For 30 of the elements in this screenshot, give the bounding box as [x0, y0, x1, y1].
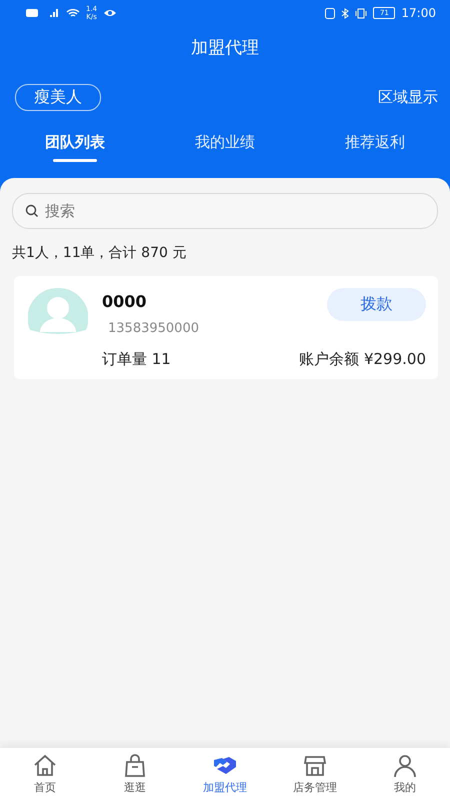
clock: 17:00 — [401, 6, 436, 20]
person-icon — [392, 753, 418, 779]
bluetooth-icon — [341, 8, 350, 18]
wifi-icon — [66, 8, 80, 18]
tab-indicator — [53, 159, 97, 162]
vibrate-icon — [355, 8, 368, 18]
account-balance: 账户余额 ¥299.00 — [299, 350, 426, 369]
eye-icon — [103, 8, 118, 18]
team-summary: 共1人，11单，合计 870 元 — [11, 244, 188, 263]
store-icon — [302, 753, 328, 779]
avatar-icon — [28, 288, 88, 336]
region-display-link[interactable]: 区域显示 — [378, 88, 438, 107]
tab[interactable]: 我的业绩 — [150, 125, 300, 162]
order-count: 订单量 11 — [102, 350, 171, 369]
search-icon — [25, 204, 39, 218]
member-phone: 13583950000 — [107, 321, 200, 336]
nav-item[interactable]: 我的 — [360, 748, 450, 800]
tab[interactable]: 推荐返利 — [300, 125, 450, 162]
disburse-button[interactable]: 拨款 — [327, 288, 426, 321]
brand-chip[interactable]: 瘦美人 — [15, 84, 101, 111]
shopping-bag-icon — [122, 753, 148, 779]
member-name: 0000 — [102, 292, 148, 311]
nav-item[interactable]: 加盟代理 — [180, 748, 270, 800]
nav-item[interactable]: 首页 — [0, 748, 90, 800]
tab[interactable]: 团队列表 — [0, 125, 150, 162]
page-title: 加盟代理 — [190, 37, 260, 60]
nav-item[interactable]: 逛逛 — [90, 748, 180, 800]
nav-item[interactable]: 店务管理 — [270, 748, 360, 800]
search-field[interactable]: 搜索 — [12, 193, 438, 229]
home-icon — [32, 753, 58, 779]
